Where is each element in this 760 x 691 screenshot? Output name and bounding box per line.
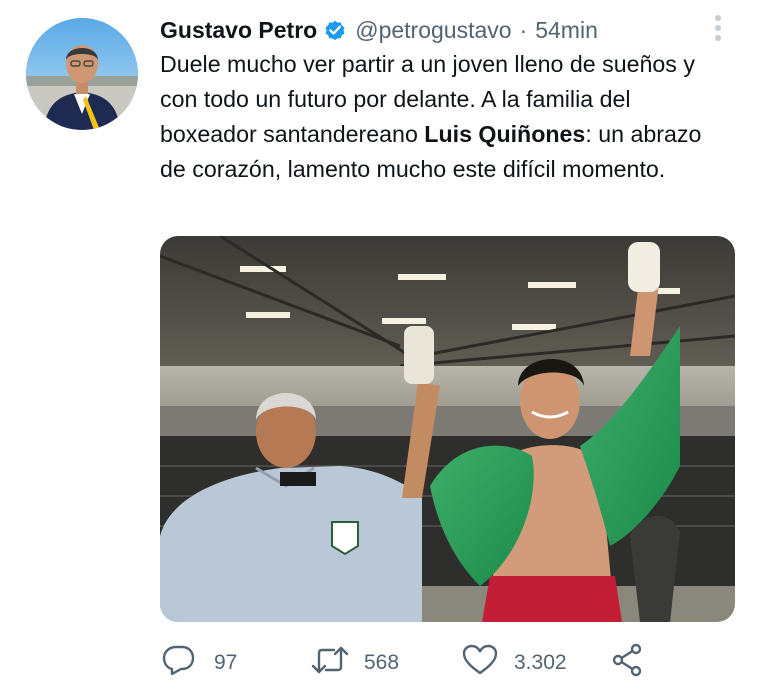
like-count: 3.302 <box>514 651 567 674</box>
separator-dot: · <box>519 16 528 43</box>
tweet-header: Gustavo Petro @petrogustavo · 54min <box>160 14 598 46</box>
author-handle[interactable]: @petrogustavo <box>355 17 511 44</box>
tweet: Gustavo Petro @petrogustavo · 54min Duel… <box>0 0 760 691</box>
like-icon <box>462 644 498 682</box>
tweet-timestamp[interactable]: 54min <box>535 17 598 44</box>
like-button[interactable]: 3.302 <box>462 640 567 686</box>
reply-count: 97 <box>214 651 238 674</box>
retweet-icon <box>310 644 350 682</box>
share-icon <box>610 643 644 683</box>
verified-badge-icon <box>323 18 347 42</box>
reply-icon <box>162 644 196 682</box>
more-options-icon[interactable] <box>704 12 732 44</box>
mentioned-name: Luis Quiñones <box>424 121 586 147</box>
avatar[interactable] <box>26 18 138 130</box>
tweet-actions: 97 568 3.302 <box>160 640 720 686</box>
reply-button[interactable]: 97 <box>162 640 237 686</box>
boxing-photo-image <box>160 236 735 622</box>
share-button[interactable] <box>610 640 644 686</box>
tweet-photo[interactable] <box>160 236 735 622</box>
retweet-button[interactable]: 568 <box>310 640 399 686</box>
author-display-name[interactable]: Gustavo Petro <box>160 17 317 44</box>
retweet-count: 568 <box>364 651 400 674</box>
tweet-text: Duele mucho ver partir a un joven lleno … <box>160 47 730 187</box>
avatar-image <box>26 18 138 130</box>
